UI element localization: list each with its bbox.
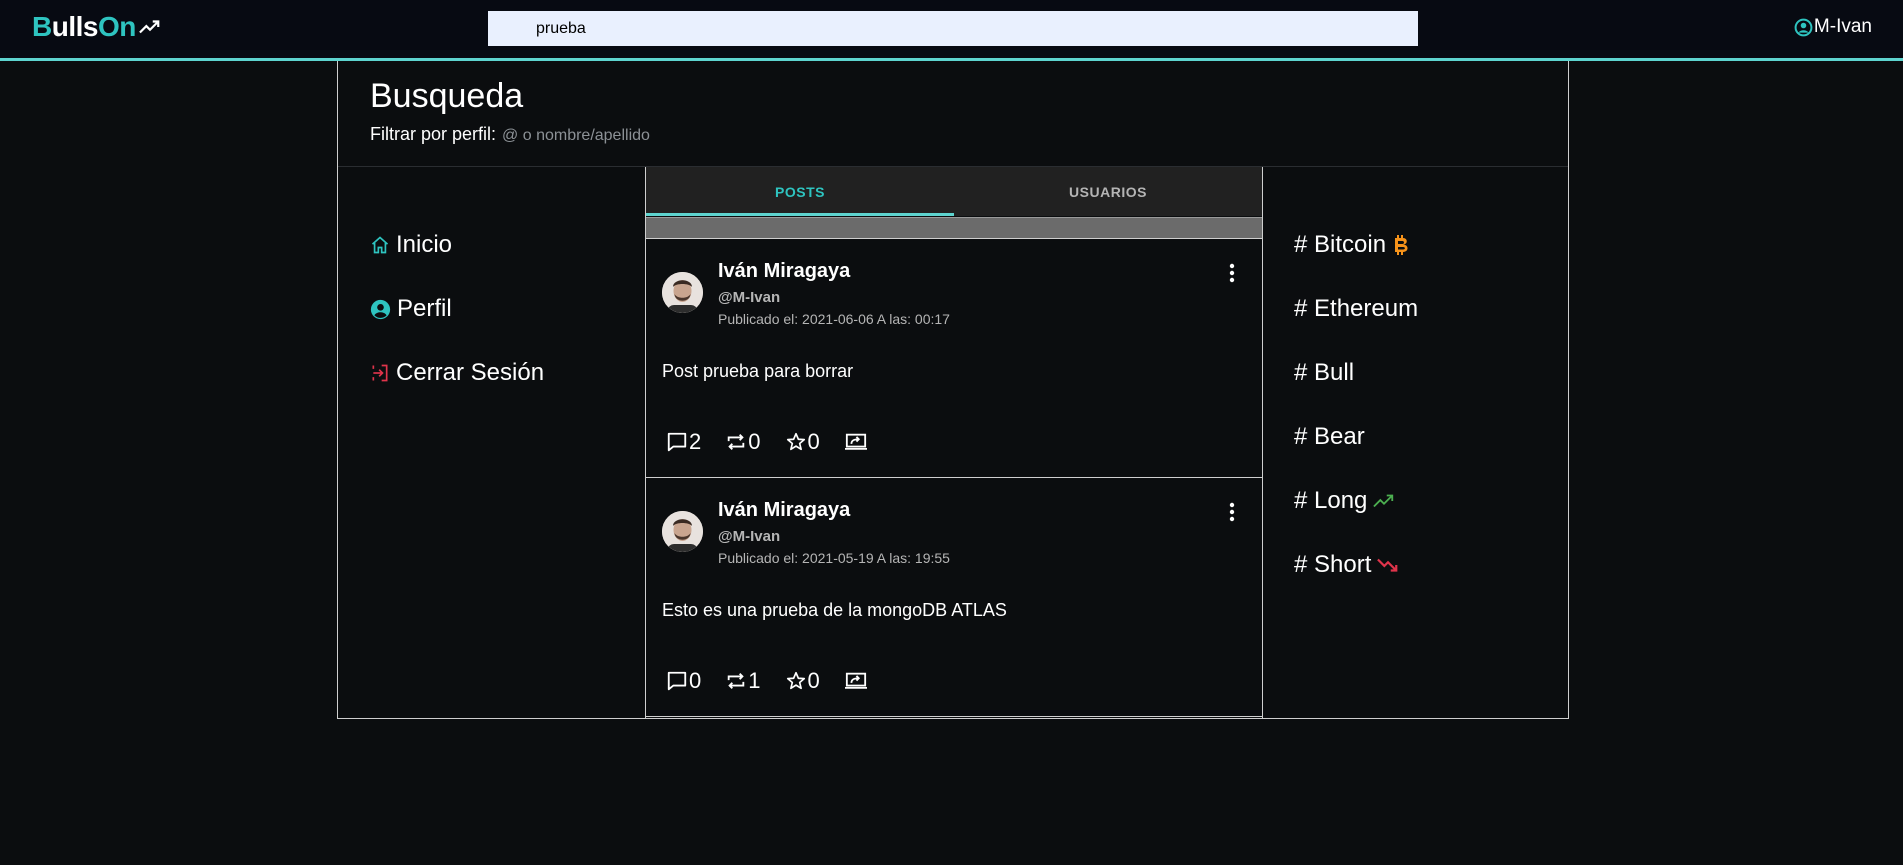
tab-usuarios[interactable]: USUARIOS (954, 167, 1262, 216)
author-handle[interactable]: @M-Ivan (718, 289, 780, 306)
tab-panel-divider (646, 217, 1262, 239)
trending-down-icon (1377, 557, 1399, 573)
sidebar-item-label: Cerrar Sesión (396, 359, 545, 386)
tab-posts[interactable]: POSTS (646, 167, 954, 216)
top-navbar: BullsOn M-Ivan (0, 0, 1903, 61)
main-frame: Busqueda Filtrar por perfil: Inicio Perf… (337, 61, 1569, 719)
trend-label: # Long (1294, 487, 1368, 514)
share-screen-icon (844, 672, 867, 689)
search-header: Busqueda Filtrar por perfil: (338, 61, 1568, 167)
trend-label: # Bull (1294, 359, 1355, 386)
comment-button[interactable]: 2 (666, 429, 701, 455)
avatar[interactable] (662, 511, 703, 552)
trend-label: # Short (1294, 551, 1372, 578)
star-icon (786, 671, 805, 690)
like-button[interactable]: 0 (785, 668, 820, 694)
sidebar-item-label: Inicio (396, 231, 453, 258)
more-vert-icon[interactable] (1226, 262, 1238, 284)
trend-bitcoin[interactable]: # Bitcoin (1294, 231, 1418, 259)
more-vert-icon[interactable] (1226, 501, 1238, 523)
post-actions: 0 1 0 (666, 668, 892, 694)
avatar[interactable] (662, 272, 703, 313)
sidebar-item-cerrar-sesion[interactable]: Cerrar Sesión (370, 359, 544, 387)
trend-label: # Ethereum (1294, 295, 1419, 322)
post-card: Iván Miragaya @M-Ivan Publicado el: 2021… (646, 478, 1262, 717)
repost-icon (728, 434, 745, 450)
sidebar-item-perfil[interactable]: Perfil (370, 295, 544, 323)
trending-up-icon (1373, 493, 1395, 509)
post-body: Esto es una prueba de la mongoDB ATLAS (662, 600, 1007, 620)
search-input[interactable] (488, 11, 1418, 46)
star-icon (786, 432, 805, 451)
trend-bull[interactable]: # Bull (1294, 359, 1418, 387)
trending-up-icon (138, 20, 160, 34)
post-body: Post prueba para borrar (662, 361, 854, 381)
trend-long[interactable]: # Long (1294, 487, 1418, 515)
post-actions: 2 0 0 (666, 429, 892, 455)
repost-count: 0 (748, 429, 761, 454)
trend-label: # Bitcoin (1294, 231, 1387, 258)
author-name[interactable]: Iván Miragaya (718, 260, 850, 283)
comment-icon (667, 432, 687, 452)
logo-ulls: ulls (51, 11, 99, 42)
filter-label: Filtrar por perfil: (370, 124, 497, 144)
post-date: Publicado el: 2021-05-19 A las: 19:55 (718, 550, 950, 566)
trending-sidebar: # Bitcoin # Ethereum # Bull # Bear # Lon… (1294, 231, 1418, 615)
results-tabs: POSTS USUARIOS (646, 167, 1262, 216)
trend-label: # Bear (1294, 423, 1365, 450)
profile-filter: Filtrar por perfil: (370, 124, 703, 145)
profile-filter-input[interactable] (502, 127, 703, 145)
bitcoin-icon (1392, 233, 1410, 257)
bullson-logo[interactable]: Bulls On (32, 11, 161, 43)
logout-icon (372, 364, 388, 382)
user-menu[interactable]: M-Ivan (1794, 16, 1872, 38)
share-screen-icon (844, 433, 867, 450)
author-name[interactable]: Iván Miragaya (718, 499, 850, 522)
post-card: Iván Miragaya @M-Ivan Publicado el: 2021… (646, 239, 1262, 478)
comment-count: 2 (689, 429, 702, 454)
like-count: 0 (807, 429, 820, 454)
repost-icon (728, 673, 745, 689)
logo-on: On (97, 11, 136, 42)
user-handle: M-Ivan (1813, 16, 1872, 37)
account-circle-icon (370, 299, 391, 319)
results-column: POSTS USUARIOS Iván Miragaya @M-Ivan Pub… (645, 167, 1263, 718)
comment-count: 0 (689, 668, 702, 693)
author-handle[interactable]: @M-Ivan (718, 528, 780, 545)
share-button[interactable] (844, 670, 868, 692)
trend-bear[interactable]: # Bear (1294, 423, 1418, 451)
comment-icon (667, 671, 687, 691)
repost-count: 1 (748, 668, 761, 693)
post-date: Publicado el: 2021-06-06 A las: 00:17 (718, 311, 950, 327)
trend-short[interactable]: # Short (1294, 551, 1418, 579)
repost-button[interactable]: 0 (725, 429, 761, 455)
share-button[interactable] (844, 431, 868, 453)
trend-ethereum[interactable]: # Ethereum (1294, 295, 1418, 323)
sidebar-item-label: Perfil (397, 295, 452, 322)
like-button[interactable]: 0 (785, 429, 820, 455)
comment-button[interactable]: 0 (666, 668, 701, 694)
logo-b: B (32, 11, 52, 42)
sidebar-item-inicio[interactable]: Inicio (370, 231, 544, 259)
left-sidebar: Inicio Perfil Cerrar Sesión (370, 231, 544, 423)
account-circle-icon (1794, 18, 1813, 36)
home-icon (371, 236, 389, 254)
repost-button[interactable]: 1 (725, 668, 761, 694)
page-title: Busqueda (370, 77, 524, 115)
like-count: 0 (807, 668, 820, 693)
